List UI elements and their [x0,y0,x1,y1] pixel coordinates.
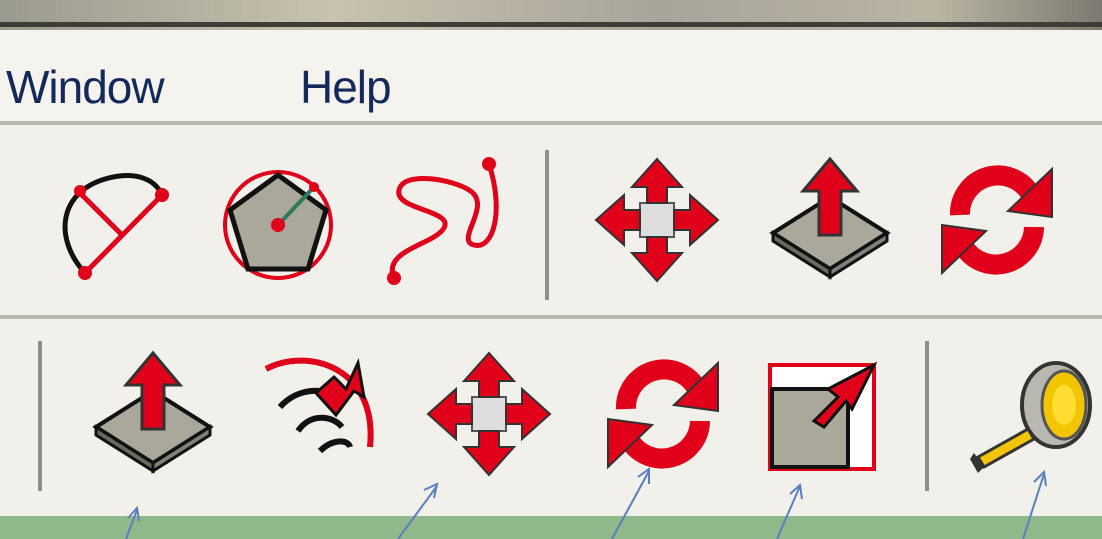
rotate-tool-icon[interactable] [598,349,728,479]
tape-measure-tool-icon[interactable] [968,357,1102,487]
status-strip [0,516,1102,539]
toolbar-separator [545,150,549,300]
follow-me-tool-icon[interactable] [258,347,388,487]
arc-tool-icon[interactable] [50,155,180,285]
move-tool-icon[interactable] [592,155,722,285]
toolbar-separator [38,341,42,491]
titlebar-border [0,22,1102,27]
toolbar-bottom [0,319,1102,516]
menu-help[interactable]: Help [300,60,392,114]
push-pull-tool-icon[interactable] [88,349,218,479]
menu-bar: Window Help [0,30,1102,122]
menu-window[interactable]: Window [6,60,165,114]
move-tool-icon[interactable] [424,349,554,479]
freehand-tool-icon[interactable] [374,150,524,295]
push-pull-tool-icon[interactable] [765,155,895,285]
scale-tool-icon[interactable] [766,359,881,474]
polygon-tool-icon[interactable] [218,165,338,285]
toolbar-top [0,125,1102,315]
toolbar-separator [925,341,929,491]
rotate-tool-icon[interactable] [932,155,1062,285]
